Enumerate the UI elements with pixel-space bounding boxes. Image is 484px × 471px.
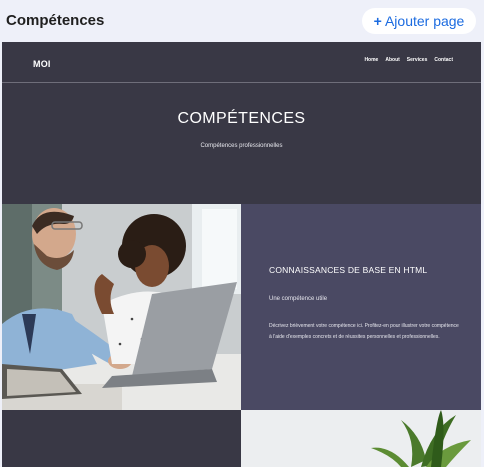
- nav-link-home[interactable]: Home: [364, 57, 378, 63]
- app-header: Compétences + Ajouter page: [0, 0, 484, 42]
- skill-description: Décrivez brièvement votre compétence ici…: [269, 323, 459, 340]
- skill-card: CONNAISSANCES DE BASE EN HTML Une compét…: [241, 204, 481, 410]
- skill-subtitle: Une compétence utile: [269, 296, 328, 302]
- site-preview[interactable]: MOI Home About Services Contact COMPÉTEN…: [2, 42, 481, 467]
- site-logo[interactable]: MOI: [33, 59, 51, 69]
- nav-links: Home About Services Contact: [364, 57, 453, 63]
- plant-photo: [241, 410, 481, 467]
- hero-subtitle: Compétences professionnelles: [200, 143, 283, 149]
- nav-link-contact[interactable]: Contact: [434, 57, 453, 63]
- skill-title: CONNAISSANCES DE BASE EN HTML: [269, 265, 428, 275]
- site-nav: MOI Home About Services Contact: [2, 42, 481, 82]
- people-laptop-photo: [2, 204, 241, 410]
- nav-link-about[interactable]: About: [385, 57, 399, 63]
- add-page-button[interactable]: + Ajouter page: [362, 8, 476, 34]
- nav-divider: [2, 82, 481, 83]
- bottom-strip: [0, 467, 484, 471]
- nav-link-services[interactable]: Services: [407, 57, 428, 63]
- hero-title: COMPÉTENCES: [177, 110, 306, 127]
- add-page-label: Ajouter page: [384, 13, 465, 29]
- page-title: Compétences: [6, 12, 105, 29]
- bottom-dark-panel: [2, 410, 241, 467]
- plus-icon: +: [373, 13, 382, 29]
